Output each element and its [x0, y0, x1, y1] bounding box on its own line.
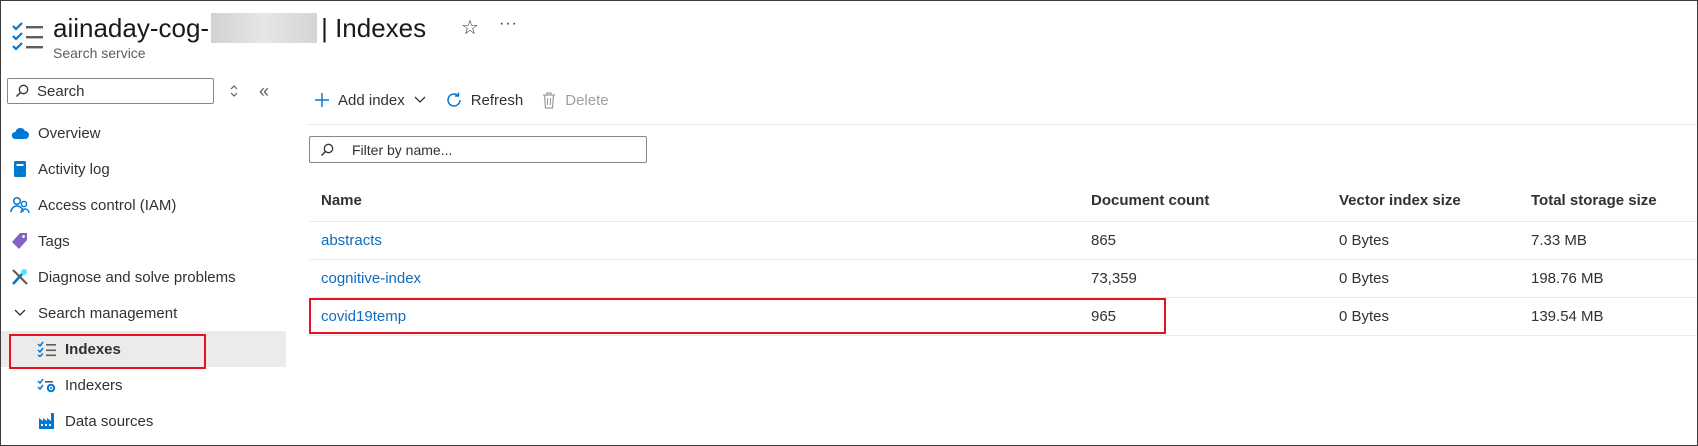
sidebar-item-data-sources[interactable]: Data sources [1, 403, 286, 439]
sidebar-search[interactable] [7, 78, 214, 104]
column-header-total-storage-size[interactable]: Total storage size [1531, 192, 1657, 209]
people-icon [10, 195, 30, 215]
sidebar-item-label: Tags [38, 232, 70, 250]
column-header-document-count[interactable]: Document count [1091, 192, 1209, 209]
vector-index-size: 0 Bytes [1339, 232, 1390, 249]
highlight-box-covid19temp [309, 298, 1166, 334]
app-window: aiinaday-cog- | Indexes Search service ☆… [0, 0, 1698, 446]
sidebar-item-activity-log[interactable]: Activity log [1, 151, 286, 187]
refresh-label: Refresh [470, 91, 524, 109]
filter-input[interactable] [350, 140, 644, 159]
total-storage-size: 139.54 MB [1531, 308, 1604, 325]
sidebar-item-overview[interactable]: Overview [1, 115, 286, 151]
sidebar-item-label: Search management [38, 304, 178, 322]
vector-index-size: 0 Bytes [1339, 308, 1390, 325]
sidebar-item-tags[interactable]: Tags [1, 223, 286, 259]
index-name-link[interactable]: abstracts [321, 232, 382, 249]
redacted-text [211, 13, 318, 43]
chevron-down-icon [414, 96, 426, 103]
sort-icon[interactable] [227, 83, 241, 99]
total-storage-size: 198.76 MB [1531, 270, 1604, 287]
star-icon[interactable]: ☆ [461, 15, 479, 40]
command-bar: Add index Refresh Delete [314, 91, 627, 109]
resource-name: aiinaday-cog- [53, 12, 210, 43]
delete-button[interactable]: Delete [541, 91, 609, 109]
refresh-icon [446, 92, 461, 107]
column-header-name[interactable]: Name [321, 192, 362, 209]
sidebar-item-diagnose[interactable]: Diagnose and solve problems [1, 259, 286, 295]
sidebar-group-search-management[interactable]: Search management [1, 295, 286, 331]
sidebar-item-label: Diagnose and solve problems [38, 268, 236, 286]
chevron-down-icon [10, 303, 30, 323]
index-name-link[interactable]: cognitive-index [321, 270, 421, 287]
table-header: Name Document count Vector index size To… [309, 179, 1697, 222]
tag-icon [10, 231, 30, 251]
filter-box[interactable] [309, 136, 647, 163]
sidebar-nav: Overview Activity log Access control (IA… [1, 115, 286, 439]
document-count: 865 [1091, 232, 1117, 249]
refresh-button[interactable]: Refresh [445, 91, 524, 109]
trash-icon [543, 92, 556, 109]
sidebar-item-access-control[interactable]: Access control (IAM) [1, 187, 286, 223]
plus-icon [315, 93, 329, 107]
search-service-icon [11, 19, 45, 53]
column-header-vector-index-size[interactable]: Vector index size [1339, 192, 1461, 209]
add-index-label: Add index [338, 91, 405, 109]
sidebar-search-input[interactable] [35, 81, 209, 101]
search-icon [16, 84, 29, 97]
wrench-icon [10, 267, 30, 287]
ellipsis-icon[interactable]: ··· [499, 15, 518, 33]
add-index-button[interactable]: Add index [314, 92, 427, 109]
cloud-icon [10, 123, 30, 143]
vector-index-size: 0 Bytes [1339, 270, 1390, 287]
document-count: 73,359 [1091, 270, 1137, 287]
blade-title: | Indexes [321, 12, 427, 43]
factory-icon [37, 411, 57, 431]
total-storage-size: 7.33 MB [1531, 232, 1587, 249]
highlight-box-indexes [9, 334, 206, 369]
divider [306, 124, 1697, 125]
sidebar-item-label: Data sources [65, 412, 154, 430]
delete-label: Delete [565, 91, 609, 109]
sidebar-item-label: Access control (IAM) [38, 196, 177, 214]
sidebar-item-label: Activity log [38, 160, 110, 178]
sidebar-item-label: Overview [38, 124, 101, 142]
book-icon [10, 159, 30, 179]
page-subtitle: Search service [53, 45, 146, 61]
sidebar-item-label: Indexers [65, 376, 123, 394]
table-row: cognitive-index 73,359 0 Bytes 198.76 MB [309, 260, 1697, 298]
collapse-sidebar-icon[interactable]: « [259, 81, 269, 102]
indexer-icon [37, 375, 57, 395]
table-row: abstracts 865 0 Bytes 7.33 MB [309, 222, 1697, 260]
page-title: aiinaday-cog- | Indexes [53, 9, 426, 47]
search-icon [321, 143, 334, 156]
sidebar-item-indexers[interactable]: Indexers [1, 367, 286, 403]
